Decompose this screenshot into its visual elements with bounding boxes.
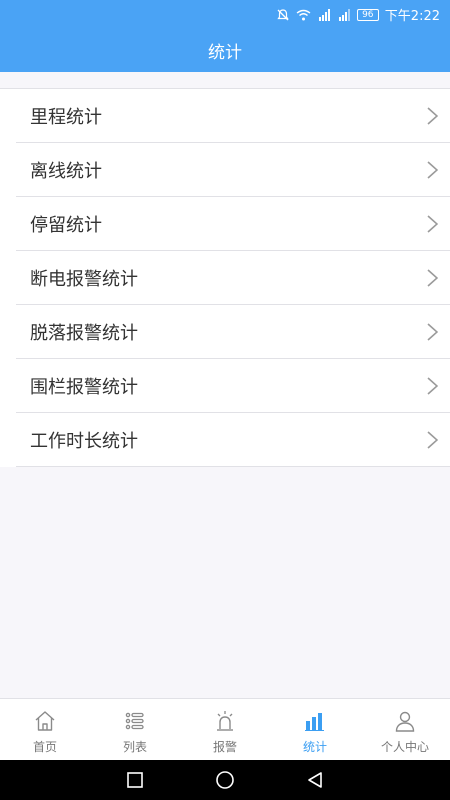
chevron-right-icon bbox=[427, 430, 438, 449]
signal-4g-icon bbox=[337, 8, 351, 22]
stats-list: 里程统计 离线统计 停留统计 断电报警统计 脱落报警统计 围栏报警统计 工作时长… bbox=[0, 88, 450, 467]
tab-label: 个人中心 bbox=[380, 740, 429, 754]
list-item-offline-stats[interactable]: 离线统计 bbox=[16, 143, 450, 197]
back-button[interactable] bbox=[305, 770, 325, 790]
system-nav-bar bbox=[0, 760, 450, 800]
tab-label: 统计 bbox=[302, 740, 327, 754]
mute-icon bbox=[276, 8, 290, 22]
chevron-right-icon bbox=[427, 106, 438, 125]
back-triangle-icon bbox=[308, 772, 322, 788]
bar-chart-icon bbox=[305, 713, 324, 731]
list-item-mileage-stats[interactable]: 里程统计 bbox=[16, 89, 450, 143]
list-item-working-hours-stats[interactable]: 工作时长统计 bbox=[16, 413, 450, 467]
home-nav-button[interactable] bbox=[215, 770, 235, 790]
tab-label: 首页 bbox=[32, 740, 57, 754]
tab-home[interactable]: 首页 bbox=[0, 699, 90, 760]
home-icon bbox=[35, 711, 55, 731]
list-item-label: 离线统计 bbox=[30, 160, 102, 182]
tab-alarm[interactable]: 报警 bbox=[180, 699, 270, 760]
tab-label: 报警 bbox=[212, 740, 237, 754]
circle-icon bbox=[216, 771, 234, 789]
chevron-right-icon bbox=[427, 268, 438, 287]
list-item-label: 断电报警统计 bbox=[30, 268, 138, 290]
list-item-label: 工作时长统计 bbox=[30, 430, 138, 452]
chevron-right-icon bbox=[427, 214, 438, 233]
status-icons: 96 下午2:22 bbox=[276, 5, 440, 24]
status-time: 下午2:22 bbox=[384, 9, 440, 24]
top-bar: 96 下午2:22 统计 bbox=[0, 0, 450, 72]
recent-apps-button[interactable] bbox=[125, 770, 145, 790]
list-icon bbox=[125, 712, 144, 730]
list-item-detach-alarm-stats[interactable]: 脱落报警统计 bbox=[16, 305, 450, 359]
signal-2g-icon bbox=[317, 8, 331, 22]
tab-statistics[interactable]: 统计 bbox=[270, 699, 360, 760]
tab-profile[interactable]: 个人中心 bbox=[360, 699, 450, 760]
list-item-fence-alarm-stats[interactable]: 围栏报警统计 bbox=[16, 359, 450, 413]
list-item-label: 停留统计 bbox=[30, 214, 102, 236]
battery-icon: 96 bbox=[356, 8, 379, 21]
bottom-tab-bar: 首页 列表 报警 统计 个人中心 bbox=[0, 698, 450, 760]
chevron-right-icon bbox=[427, 160, 438, 179]
tab-list[interactable]: 列表 bbox=[90, 699, 180, 760]
chevron-right-icon bbox=[427, 376, 438, 395]
list-item-label: 里程统计 bbox=[30, 106, 102, 128]
tab-label: 列表 bbox=[122, 740, 147, 754]
square-icon bbox=[127, 772, 143, 788]
page-title: 统计 bbox=[208, 43, 242, 63]
alarm-icon bbox=[217, 711, 233, 731]
list-item-stay-stats[interactable]: 停留统计 bbox=[16, 197, 450, 251]
status-bar: 96 下午2:22 bbox=[0, 0, 450, 26]
person-icon bbox=[395, 711, 415, 732]
wifi-icon bbox=[296, 8, 311, 22]
list-item-label: 脱落报警统计 bbox=[30, 322, 138, 344]
chevron-right-icon bbox=[427, 322, 438, 341]
list-item-label: 围栏报警统计 bbox=[30, 376, 138, 398]
app-screen: 96 下午2:22 统计 里程统计 离线统计 停留统计 断电报警统计 脱落报警统… bbox=[0, 0, 450, 800]
list-item-power-off-alarm-stats[interactable]: 断电报警统计 bbox=[16, 251, 450, 305]
